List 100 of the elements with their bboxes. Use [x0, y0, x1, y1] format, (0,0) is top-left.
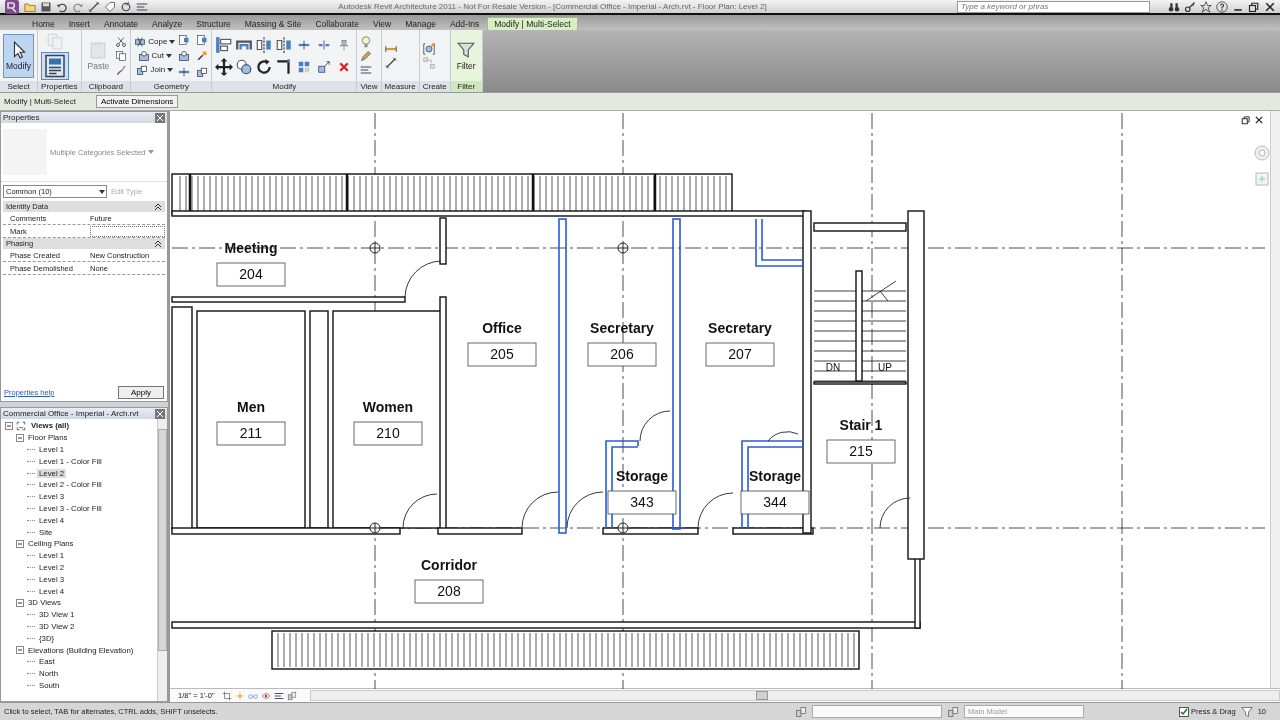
detail-icon[interactable]: [273, 690, 284, 701]
collapse-icon[interactable]: [154, 239, 162, 248]
crop-icon[interactable]: [221, 690, 232, 701]
geometry-icon: [136, 63, 149, 76]
room-name: Corridor: [421, 557, 477, 573]
modify-button[interactable]: Modify: [3, 33, 35, 78]
pin-icon[interactable]: [338, 38, 351, 51]
ribbon-tab[interactable]: Home: [26, 17, 61, 30]
key-icon[interactable]: [1184, 0, 1196, 13]
refresh-icon[interactable]: [120, 0, 132, 13]
checkbox-icon: [1179, 706, 1190, 717]
join-icon[interactable]: [196, 65, 209, 78]
copy-icon[interactable]: [235, 57, 254, 76]
design-options-icon[interactable]: [947, 705, 960, 718]
help-icon[interactable]: [1216, 0, 1228, 13]
palette-title: Properties: [3, 113, 40, 122]
parameter-field[interactable]: [90, 225, 165, 237]
ribbon-tab[interactable]: Collaborate: [309, 17, 365, 30]
ribbon-tab[interactable]: Add-Ins: [443, 17, 486, 30]
collapse-icon[interactable]: [154, 202, 162, 211]
display-icon[interactable]: [286, 690, 297, 701]
mode-label: Modify | Multi-Select: [4, 97, 76, 106]
move-icon[interactable]: [215, 57, 234, 76]
door-swing: [767, 431, 799, 442]
geometry-icon: [134, 35, 147, 48]
activate-dimensions-button[interactable]: Activate Dimensions: [95, 95, 179, 108]
group-icon[interactable]: [422, 42, 435, 55]
room-number: 208: [414, 579, 484, 604]
geometry-button[interactable]: Cope: [134, 35, 176, 48]
caret-icon: [148, 150, 155, 154]
copy-icon[interactable]: [115, 49, 128, 62]
folder-icon[interactable]: [24, 0, 36, 13]
search-field[interactable]: Type a keyword or phras: [957, 0, 1150, 13]
linework-icon[interactable]: [360, 63, 373, 76]
ribbon-tab[interactable]: Massing & Site: [238, 17, 308, 30]
mirror-icon[interactable]: [255, 35, 274, 54]
tag-icon[interactable]: [104, 0, 116, 13]
split-face-icon[interactable]: [178, 65, 191, 78]
room-number: 204: [216, 262, 286, 287]
close-icon[interactable]: [1264, 0, 1276, 13]
mirror-icon[interactable]: [275, 35, 294, 54]
ribbon-tab[interactable]: Analyze: [146, 17, 189, 30]
geometry-button[interactable]: Join: [136, 63, 174, 76]
door-swing: [521, 491, 559, 529]
filter-icon[interactable]: [1240, 705, 1253, 718]
stair-label: UP: [878, 362, 892, 373]
filter-button[interactable]: Filter: [453, 33, 479, 78]
vertical-scrollbar[interactable]: [157, 419, 167, 701]
lightbulb-icon[interactable]: [360, 35, 373, 48]
grid-bubble: [617, 242, 629, 254]
pencil-icon[interactable]: [360, 49, 373, 62]
room-name: Men: [237, 399, 265, 415]
geometry-button[interactable]: Cut: [137, 49, 173, 62]
panel-label: Filter: [450, 81, 482, 92]
ribbon-tab[interactable]: Manage: [399, 17, 442, 30]
door-swing: [697, 492, 734, 529]
door-swing: [402, 493, 438, 529]
room-name: Secretary: [590, 320, 654, 336]
match-properties-icon[interactable]: [115, 63, 128, 76]
rotate-icon[interactable]: [255, 57, 274, 76]
app-logo-icon[interactable]: [4, 0, 20, 15]
room-number: 205: [467, 342, 537, 367]
ribbon-tab[interactable]: Structure: [190, 17, 237, 30]
ribbon-tab[interactable]: Insert: [62, 17, 96, 30]
cut-geometry-icon[interactable]: [178, 49, 191, 62]
browser-title: Commercial Office - Imperial - Arch.rvt: [3, 409, 139, 418]
views-icon: [15, 419, 27, 432]
properties-icon[interactable]: [41, 51, 70, 80]
paint-icon[interactable]: [196, 49, 209, 62]
split-gap-icon[interactable]: [318, 38, 331, 51]
vertical-scrollbar[interactable]: [1270, 111, 1280, 688]
split-icon[interactable]: [298, 38, 311, 51]
ribbon-tab[interactable]: View: [366, 17, 398, 30]
delete-icon[interactable]: [338, 60, 351, 73]
close-icon[interactable]: [1254, 115, 1264, 125]
binoculars-icon[interactable]: [1168, 0, 1180, 13]
worksets-icon[interactable]: [795, 705, 808, 718]
measure-icon[interactable]: [88, 0, 100, 13]
horizontal-scrollbar[interactable]: [309, 690, 1280, 701]
align-icon[interactable]: [215, 35, 234, 54]
panel-label: Geometry: [131, 81, 212, 92]
panel-label: Modify: [212, 81, 357, 92]
caret-icon: [98, 189, 105, 194]
room-number: 210: [353, 421, 423, 446]
grid-bubble: [369, 522, 381, 534]
ribbon-tab[interactable]: Modify | Multi-Select: [487, 17, 578, 30]
restore-icon[interactable]: [1241, 115, 1251, 125]
room-name: Meeting: [224, 240, 278, 256]
scale-icon[interactable]: [318, 60, 331, 73]
apply-button[interactable]: Apply: [118, 386, 164, 399]
wall-icon[interactable]: [178, 33, 191, 46]
room-number: 344: [740, 490, 810, 515]
star-icon[interactable]: [1200, 0, 1212, 13]
ribbon-tab[interactable]: Annotate: [97, 17, 144, 30]
measure-icon[interactable]: [384, 56, 397, 69]
hide-icon[interactable]: [260, 690, 271, 701]
wall-icon[interactable]: [196, 33, 209, 46]
array-icon[interactable]: [298, 60, 311, 73]
cut-icon[interactable]: [115, 35, 128, 48]
restore-icon[interactable]: [1248, 0, 1260, 13]
